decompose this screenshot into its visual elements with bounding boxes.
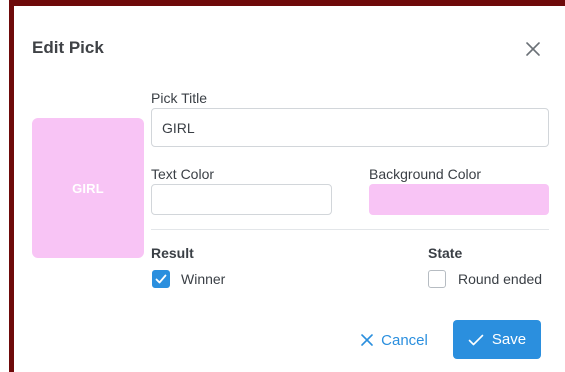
close-icon	[526, 42, 540, 56]
dialog-title: Edit Pick	[32, 38, 104, 57]
background-color-label: Background Color	[369, 166, 482, 182]
check-icon	[468, 334, 484, 345]
cancel-button-label: Cancel	[381, 331, 428, 349]
edit-pick-dialog: Edit Pick GIRL Pick Title Text Color Bac…	[14, 14, 565, 372]
result-label: Result	[151, 245, 194, 261]
state-label: State	[428, 245, 463, 261]
pick-preview: GIRL	[32, 118, 144, 258]
section-divider	[151, 229, 549, 230]
round-ended-label: Round ended	[458, 271, 543, 287]
pick-preview-text: GIRL	[72, 180, 104, 196]
text-color-input[interactable]	[151, 184, 332, 215]
pick-title-input[interactable]	[151, 108, 549, 147]
winner-checkbox[interactable]	[152, 270, 170, 288]
close-button[interactable]	[522, 38, 544, 60]
cancel-button[interactable]: Cancel	[354, 324, 434, 356]
pick-title-label: Pick Title	[151, 90, 208, 106]
text-color-label: Text Color	[151, 166, 215, 182]
window-frame-top	[0, 0, 565, 6]
x-icon	[361, 334, 373, 346]
winner-label: Winner	[181, 271, 226, 287]
background-color-input[interactable]	[369, 184, 549, 215]
save-button-label: Save	[491, 331, 527, 348]
round-ended-checkbox[interactable]	[428, 270, 446, 288]
save-button[interactable]: Save	[453, 320, 541, 359]
checkmark-icon	[155, 274, 167, 284]
